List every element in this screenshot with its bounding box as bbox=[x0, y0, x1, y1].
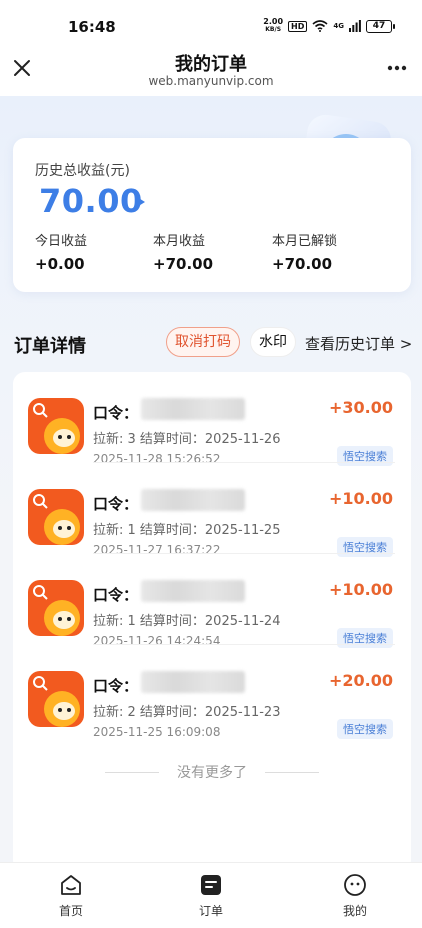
wukong-search-app-icon bbox=[28, 489, 84, 545]
order-amount: +30.00 bbox=[328, 398, 393, 417]
month-unlocked: 本月已解锁 +70.00 bbox=[272, 234, 338, 273]
wifi-icon bbox=[312, 20, 328, 32]
masked-token bbox=[141, 489, 245, 511]
order-meta: 拉新: 1 结算时间：2025-11-24 bbox=[93, 614, 281, 629]
status-bar: 16:48 2.00 KB/S HD 4G 47 bbox=[0, 0, 422, 44]
order-item[interactable]: 口令： 拉新: 2 结算时间：2025-11-23 2025-11-25 16:… bbox=[13, 645, 411, 739]
more-icon[interactable] bbox=[386, 58, 408, 78]
tab-bar: 首页 订单 我的 bbox=[0, 862, 422, 928]
masked-token bbox=[141, 398, 245, 420]
profile-icon bbox=[344, 874, 366, 896]
order-item[interactable]: 口令： 拉新: 1 结算时间：2025-11-24 2025-11-26 14:… bbox=[13, 554, 411, 648]
nav-bar: 我的订单 web.manyunvip.com bbox=[0, 44, 422, 96]
status-icons: 2.00 KB/S HD 4G 47 bbox=[263, 17, 395, 34]
order-meta: 拉新: 2 结算时间：2025-11-23 bbox=[93, 705, 281, 720]
wukong-search-app-icon bbox=[28, 671, 84, 727]
order-source-tag: 悟空搜索 bbox=[337, 719, 393, 739]
masked-token bbox=[141, 580, 245, 602]
order-token-label: 口令： bbox=[93, 404, 139, 422]
battery-icon: 47 bbox=[366, 19, 395, 33]
month-earnings: 本月收益 +70.00 bbox=[153, 234, 214, 273]
order-amount: +20.00 bbox=[328, 671, 393, 690]
wukong-search-app-icon bbox=[28, 580, 84, 636]
order-meta: 拉新: 3 结算时间：2025-11-26 bbox=[93, 432, 281, 447]
order-token-label: 口令： bbox=[93, 495, 139, 513]
play-arrow-icon[interactable] bbox=[137, 197, 145, 207]
order-token-label: 口令： bbox=[93, 586, 139, 604]
list-end: 没有更多了 bbox=[13, 762, 411, 782]
tab-home[interactable]: 首页 bbox=[31, 873, 111, 919]
earnings-card: 历史总收益(元) 70.00 今日收益 +0.00 本月收益 +70.00 本月… bbox=[13, 138, 411, 292]
order-item[interactable]: 口令： 拉新: 3 结算时间：2025-11-26 2025-11-28 15:… bbox=[13, 372, 411, 466]
page-url: web.manyunvip.com bbox=[148, 74, 274, 88]
wukong-search-app-icon bbox=[28, 398, 84, 454]
order-amount: +10.00 bbox=[328, 489, 393, 508]
no-more-text: 没有更多了 bbox=[177, 765, 247, 781]
order-amount: +10.00 bbox=[328, 580, 393, 599]
tab-orders[interactable]: 订单 bbox=[171, 873, 251, 919]
order-time: 2025-11-25 16:09:08 bbox=[93, 725, 221, 739]
masked-token bbox=[141, 671, 245, 693]
order-item[interactable]: 口令： 拉新: 1 结算时间：2025-11-25 2025-11-27 16:… bbox=[13, 463, 411, 557]
network-speed: 2.00 KB/S bbox=[263, 17, 284, 34]
home-icon bbox=[61, 875, 81, 895]
hd-badge: HD bbox=[288, 20, 308, 32]
order-icon bbox=[201, 875, 221, 895]
signal-icon bbox=[349, 20, 361, 32]
status-time: 16:48 bbox=[68, 18, 116, 36]
divider bbox=[265, 772, 319, 773]
today-earnings: 今日收益 +0.00 bbox=[35, 234, 88, 273]
page-title: 我的订单 bbox=[175, 54, 247, 75]
total-earnings-label: 历史总收益(元) bbox=[35, 163, 130, 179]
total-earnings-value: 70.00 bbox=[39, 182, 143, 220]
order-details-title: 订单详情 bbox=[14, 336, 86, 357]
history-orders-link[interactable]: 查看历史订单 > bbox=[305, 333, 412, 354]
tab-profile[interactable]: 我的 bbox=[315, 873, 395, 919]
watermark-button[interactable]: 水印 bbox=[250, 327, 296, 357]
cancel-mask-button[interactable]: 取消打码 bbox=[166, 327, 240, 357]
order-meta: 拉新: 1 结算时间：2025-11-25 bbox=[93, 523, 281, 538]
order-token-label: 口令： bbox=[93, 677, 139, 695]
order-list: 口令： 拉新: 3 结算时间：2025-11-26 2025-11-28 15:… bbox=[13, 372, 411, 872]
signal-label: 4G bbox=[333, 22, 344, 30]
